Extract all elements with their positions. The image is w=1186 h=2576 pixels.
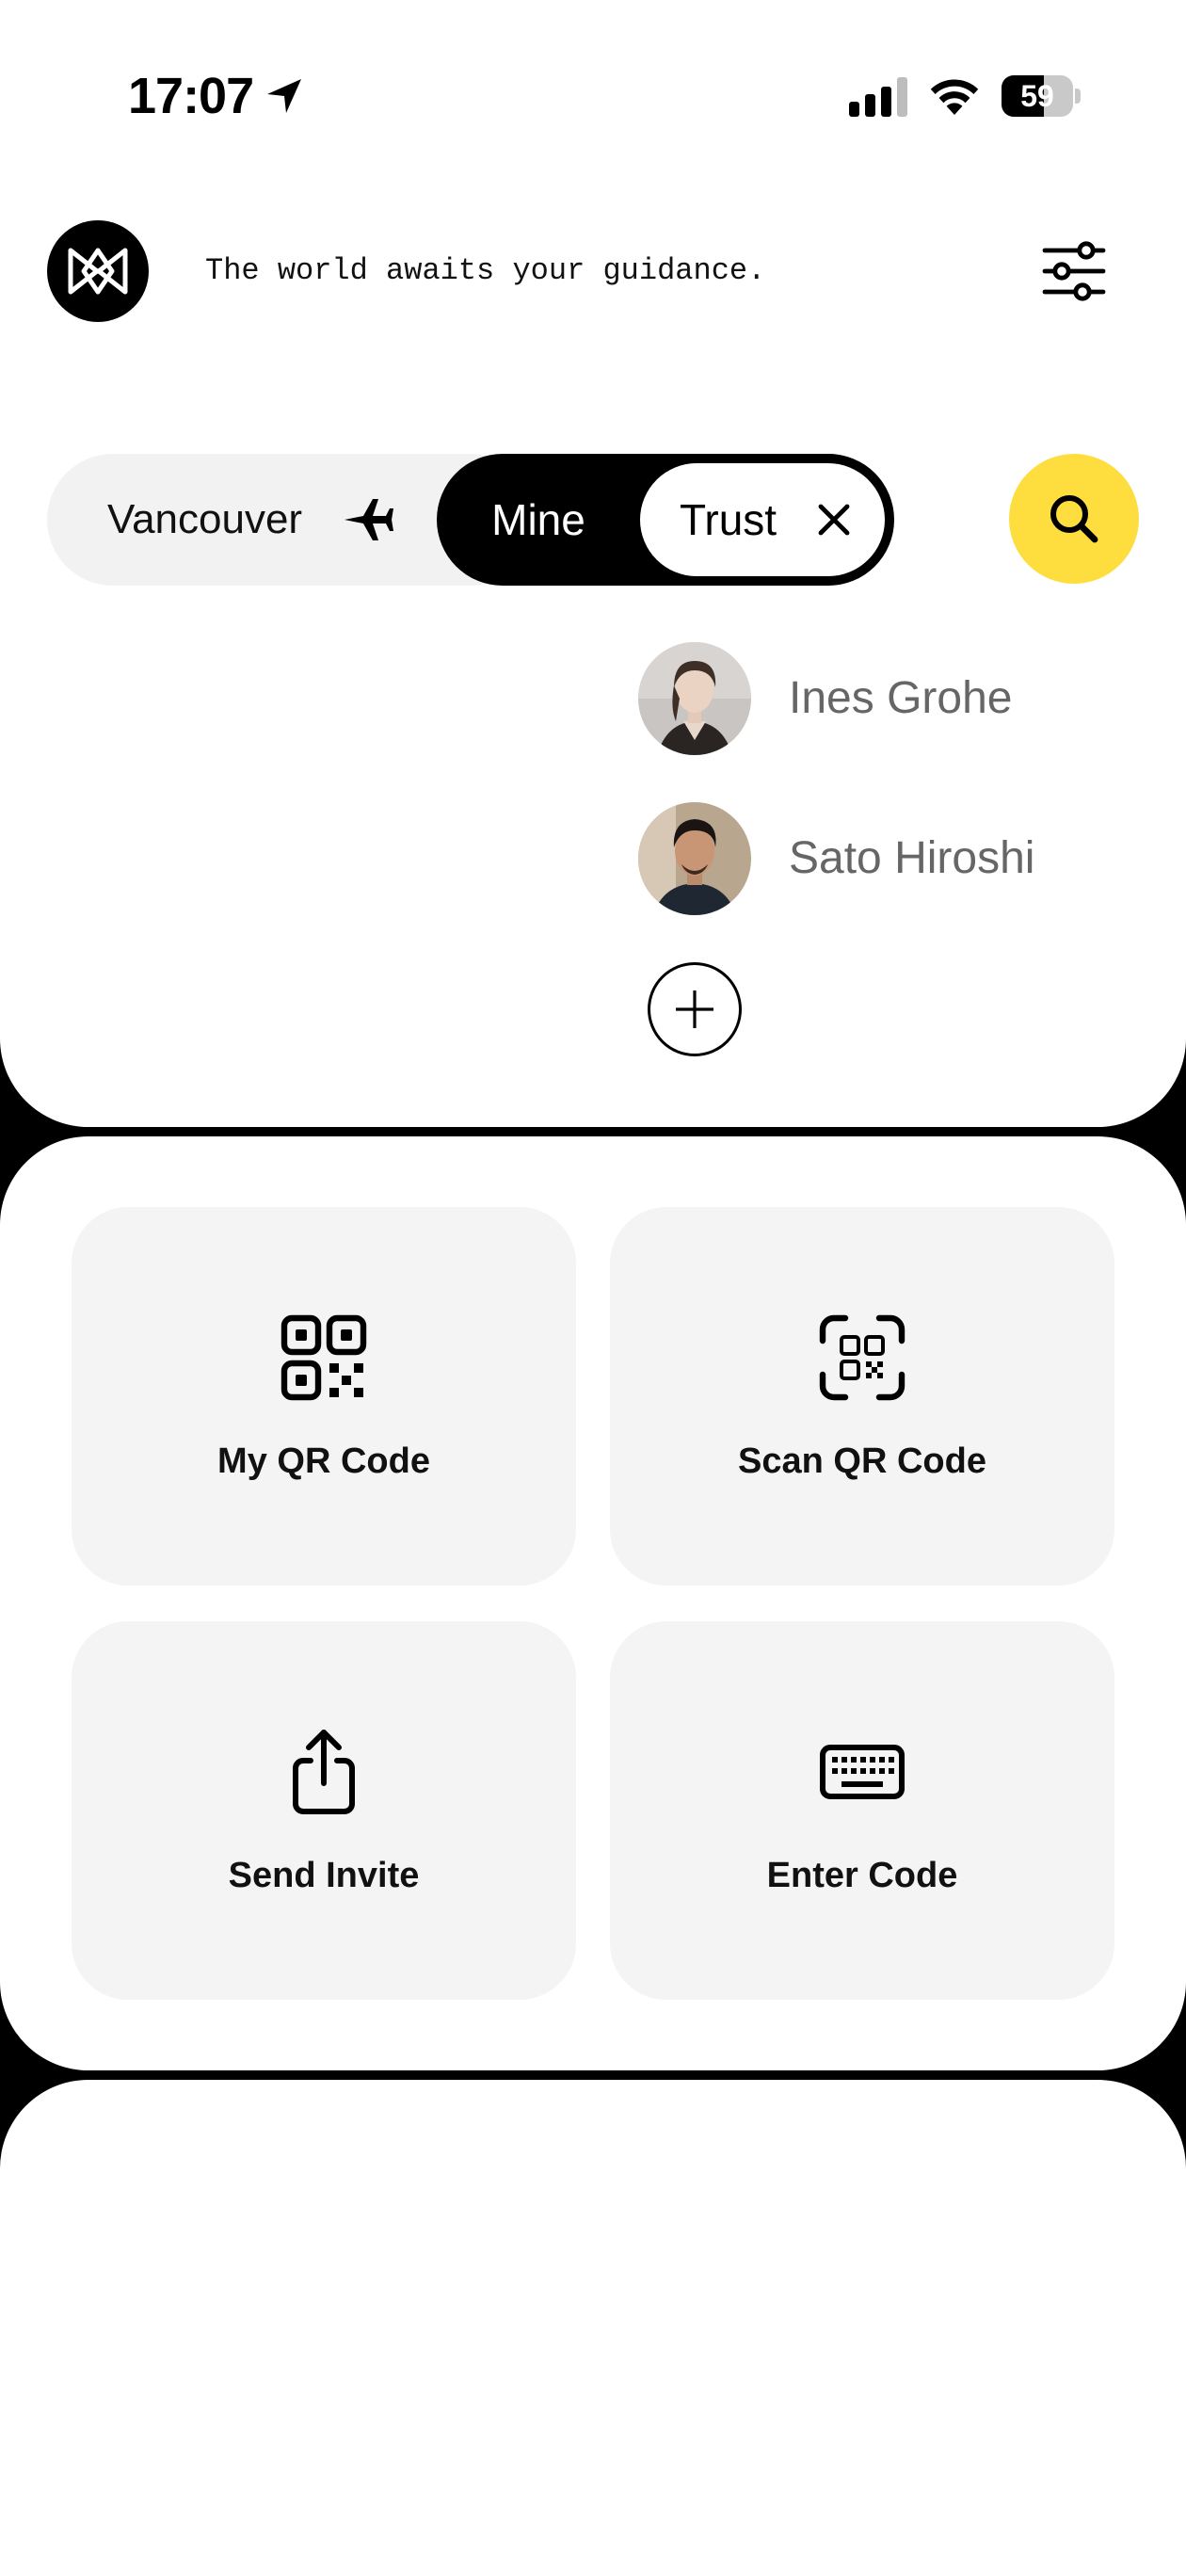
sliders-icon[interactable] [1041, 241, 1107, 301]
qr-scan-icon [819, 1314, 906, 1401]
tile-label: Enter Code [766, 1856, 958, 1895]
bowtie-logo-icon[interactable] [47, 220, 149, 322]
battery-percent: 59 [1020, 79, 1054, 113]
segment-control: Mine Trust [437, 454, 894, 586]
location-label: Vancouver [107, 496, 303, 542]
avatar [638, 802, 751, 915]
contact-name: Ines Grohe [789, 673, 1013, 723]
segment-trust-label: Trust [680, 495, 777, 544]
close-icon[interactable] [815, 501, 853, 539]
enter-code-button[interactable]: Enter Code [610, 1621, 1114, 2000]
contact-item[interactable]: Sato Hiroshi [638, 802, 1128, 915]
segment-trust[interactable]: Trust [640, 463, 885, 576]
search-icon [1050, 495, 1098, 543]
send-invite-button[interactable]: Send Invite [72, 1621, 576, 2000]
airplane-icon [345, 499, 393, 540]
bottom-card [0, 2080, 1186, 2576]
signal-icon [849, 77, 907, 117]
contact-item[interactable]: Ines Grohe [638, 642, 1128, 755]
wifi-icon [930, 79, 979, 115]
share-icon [293, 1730, 355, 1814]
top-card: 17:07 59 The world awaits your guidance. [0, 0, 1186, 1127]
tagline: The world awaits your guidance. [205, 253, 766, 288]
avatar [638, 642, 751, 755]
tile-label: Scan QR Code [738, 1441, 986, 1481]
my-qr-code-button[interactable]: My QR Code [72, 1207, 576, 1586]
contact-name: Sato Hiroshi [789, 833, 1035, 883]
location-arrow-icon [267, 79, 301, 113]
tile-label: My QR Code [217, 1441, 430, 1481]
keyboard-icon [820, 1745, 905, 1799]
add-contact-button[interactable] [648, 962, 742, 1056]
search-button[interactable] [1009, 454, 1139, 584]
tile-label: Send Invite [228, 1856, 420, 1895]
battery-icon: 59 [1002, 75, 1081, 117]
scan-qr-code-button[interactable]: Scan QR Code [610, 1207, 1114, 1586]
qr-code-icon [280, 1314, 367, 1401]
plus-circle-icon [676, 990, 713, 1028]
status-time: 17:07 [128, 68, 254, 124]
segment-mine[interactable]: Mine [437, 454, 640, 586]
